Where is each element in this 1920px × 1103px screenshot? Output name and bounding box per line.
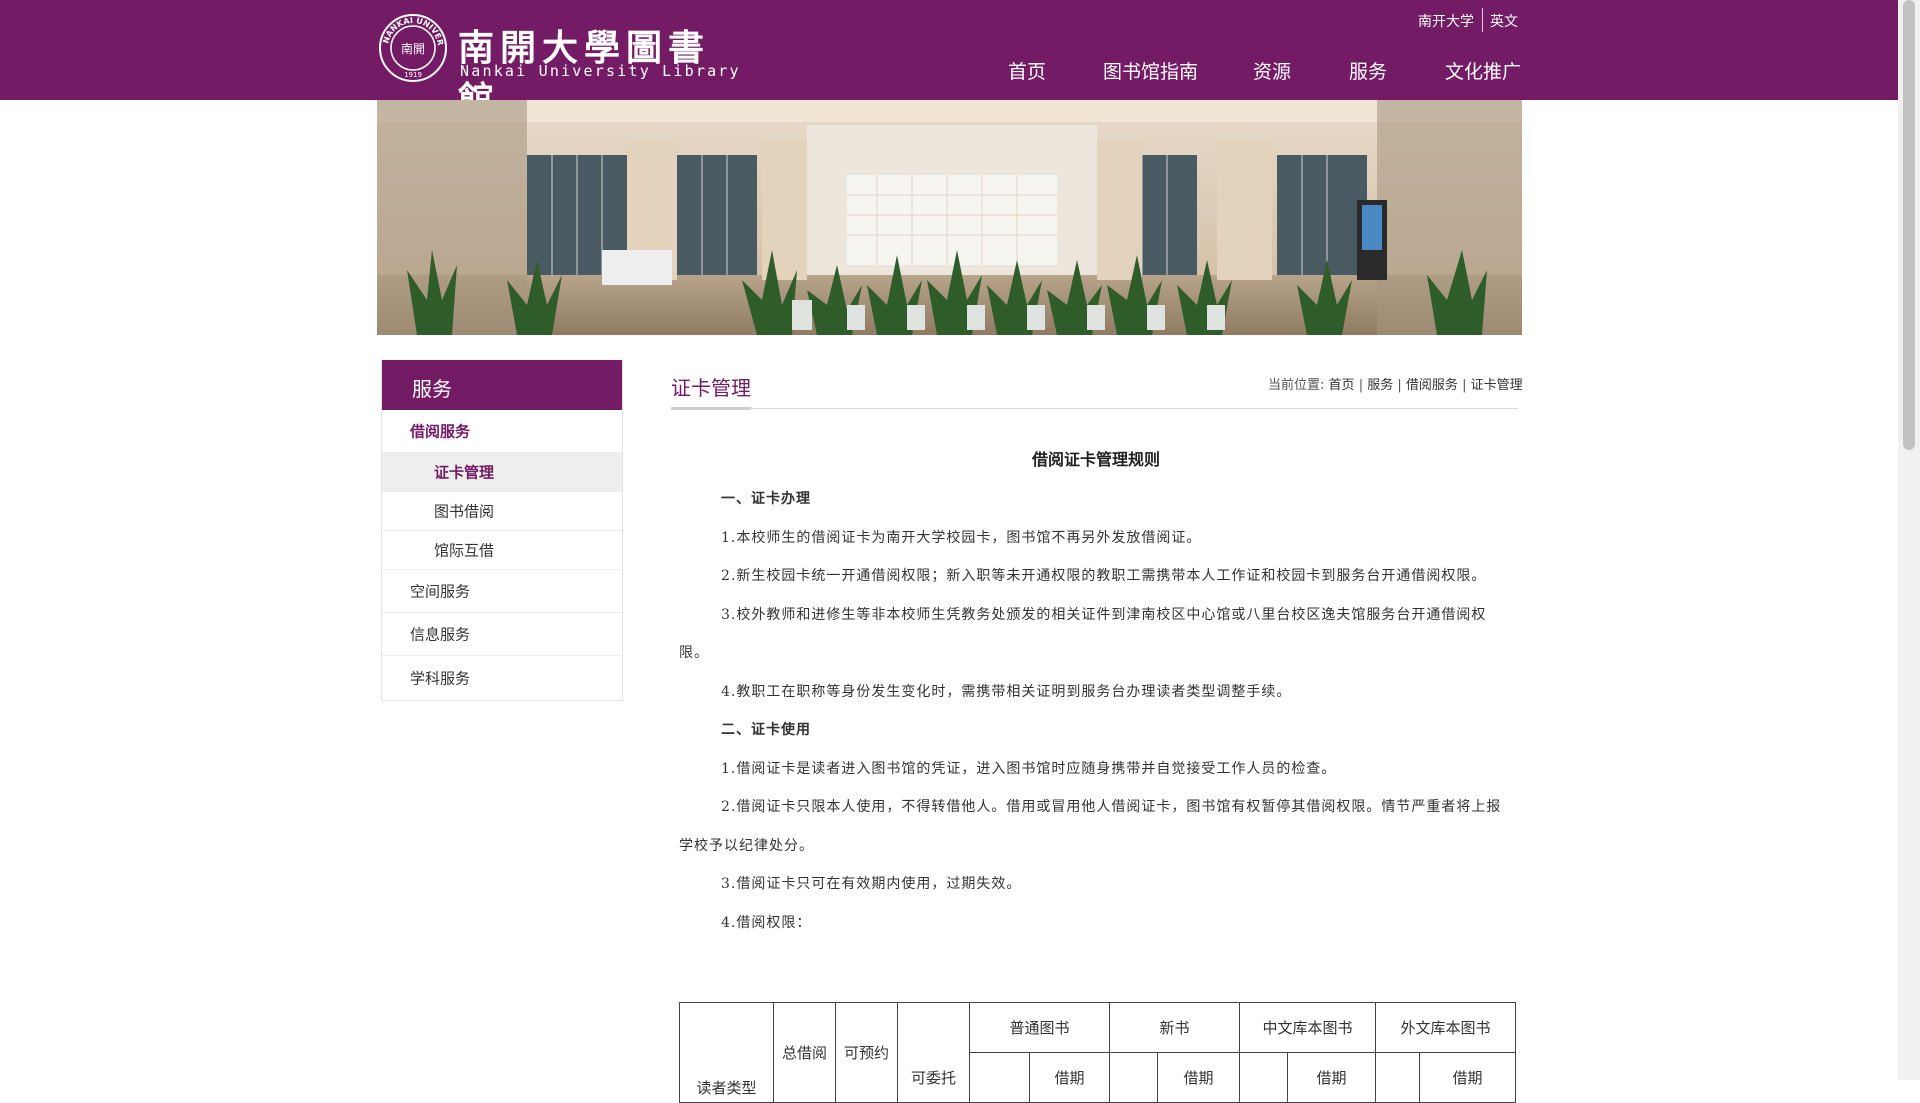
nav-resources[interactable]: 资源 (1253, 57, 1291, 84)
sidebar-item-label: 空间服务 (410, 582, 471, 601)
article-paragraph: 4.教职工在职称等身份发生变化时，需携带相关证明到服务台办理读者类型调整手续。 (721, 683, 1292, 700)
sidebar-item-borrowing-services[interactable]: 借阅服务 (382, 410, 622, 453)
header-total-borrow: 总借阅 (773, 1002, 836, 1103)
article-paragraph: 2.借阅证卡只限本人使用，不得转借他人。借用或冒用他人借阅证卡，图书馆有权暂停其… (679, 799, 1502, 854)
header-reader-type: 读者类型 (679, 1002, 774, 1103)
sidebar-item-space-services[interactable]: 空间服务 (382, 570, 622, 613)
page-scrollbar[interactable] (1898, 0, 1920, 1080)
library-logo[interactable]: NANKAI UNIVERSITY 南開 1919 南開大學圖書館 Nankai… (378, 13, 739, 121)
section-heading: 二、证卡使用 (721, 722, 811, 738)
article-title: 借阅证卡管理规则 (1031, 450, 1160, 469)
breadcrumb-separator: | (1397, 378, 1402, 393)
sub-header-empty (1109, 1052, 1158, 1103)
sub-header-loan-period: 借期 (1287, 1052, 1376, 1103)
university-seal-icon: NANKAI UNIVERSITY 南開 1919 (378, 13, 447, 82)
header-reservable: 可预约 (835, 1002, 898, 1103)
sidebar-item-label: 信息服务 (410, 625, 471, 644)
sidebar-subitem-book-borrowing[interactable]: 图书借阅 (382, 492, 622, 531)
article-paragraph: 3.借阅证卡只可在有效期内使用，过期失效。 (721, 876, 1022, 892)
sidebar-item-label: 学科服务 (410, 669, 471, 687)
sidebar-item-label: 图书借阅 (434, 502, 495, 521)
sidebar-item-subject-services[interactable]: 学科服务 (382, 656, 622, 699)
breadcrumb-borrowing-services[interactable]: 借阅服务 (1406, 378, 1458, 393)
sidebar-subitem-card-management[interactable]: 证卡管理 (382, 453, 622, 492)
sub-header-empty (1239, 1052, 1288, 1103)
sidebar-item-label: 借阅服务 (410, 422, 471, 441)
sidebar-title: 服务 (382, 360, 622, 410)
breadcrumb-card-management[interactable]: 证卡管理 (1471, 378, 1523, 393)
nav-library-guide[interactable]: 图书馆指南 (1103, 57, 1198, 84)
article-paragraph: 4.借阅权限： (721, 914, 812, 931)
sub-header-loan-period: 借期 (1419, 1052, 1516, 1103)
header-entrustable: 可委托 (897, 1002, 970, 1103)
article-paragraph: 2.新生校园卡统一开通借阅权限；新入职等未开通权限的教职工需携带本人工作证和校园… (721, 568, 1487, 584)
breadcrumb: 当前位置: 首页 | 服务 | 借阅服务 | 证卡管理 (1268, 374, 1523, 393)
breadcrumb-prefix: 当前位置: (1268, 378, 1325, 393)
article-paragraph: 1.借阅证卡是读者进入图书馆的凭证，进入图书馆时应随身携带并自觉接受工作人员的检… (721, 760, 1337, 777)
scrollbar-thumb[interactable] (1903, 0, 1915, 450)
english-site-link[interactable]: 英文 (1490, 11, 1518, 31)
article-body: 一、证卡办理 1.本校师生的借阅证卡为南开大学校园卡，图书馆不再另外发放借阅证。… (679, 480, 1509, 942)
sidebar-item-information-services[interactable]: 信息服务 (382, 613, 622, 656)
nav-services[interactable]: 服务 (1349, 57, 1387, 84)
sub-header-loan-period: 借期 (1157, 1052, 1240, 1103)
sidebar: 服务 借阅服务 证卡管理 图书借阅 馆际互借 空间服务 信息服务 学科服务 (381, 360, 623, 701)
sidebar-item-label: 馆际互借 (434, 541, 495, 560)
breadcrumb-home[interactable]: 首页 (1329, 378, 1355, 393)
section-heading: 一、证卡办理 (721, 491, 811, 507)
header-chinese-reserve-books: 中文库本图书 (1239, 1002, 1376, 1053)
library-lobby-banner (377, 100, 1522, 335)
header-new-books: 新书 (1109, 1002, 1240, 1053)
nankai-university-link[interactable]: 南开大学 (1418, 11, 1474, 31)
title-divider-accent (671, 407, 751, 410)
borrowing-rights-table: 读者类型 总借阅 可预约 可委托 普通图书 新书 中文库本图书 外文库本图书 借… (679, 1002, 1516, 1103)
sub-header-empty (1375, 1052, 1420, 1103)
article-paragraph: 1.本校师生的借阅证卡为南开大学校园卡，图书馆不再另外发放借阅证。 (721, 529, 1202, 546)
sub-header-empty (969, 1052, 1030, 1103)
breadcrumb-separator: | (1462, 378, 1467, 393)
breadcrumb-services[interactable]: 服务 (1367, 378, 1393, 393)
svg-text:南開: 南開 (401, 41, 425, 56)
header-foreign-reserve-books: 外文库本图书 (1375, 1002, 1516, 1053)
page-title: 证卡管理 (671, 376, 751, 400)
top-links-divider (1482, 8, 1483, 32)
sidebar-item-label: 证卡管理 (434, 463, 495, 482)
nav-culture[interactable]: 文化推广 (1445, 57, 1521, 84)
header-general-books: 普通图书 (969, 1002, 1110, 1053)
svg-text:1919: 1919 (404, 71, 422, 79)
top-links: 南开大学 英文 (1410, 8, 1520, 32)
nav-home[interactable]: 首页 (1008, 57, 1046, 84)
sidebar-title-label: 服务 (412, 377, 452, 401)
logo-english-name: Nankai University Library (460, 62, 741, 80)
article-paragraph: 3.校外教师和进修生等非本校师生凭教务处颁发的相关证件到津南校区中心馆或八里台校… (679, 606, 1487, 662)
title-divider (671, 408, 1518, 409)
sidebar-subitem-interlibrary-loan[interactable]: 馆际互借 (382, 531, 622, 570)
breadcrumb-separator: | (1358, 378, 1364, 393)
sub-header-loan-period: 借期 (1029, 1052, 1110, 1103)
site-header: NANKAI UNIVERSITY 南開 1919 南開大學圖書館 Nankai… (0, 0, 1898, 121)
